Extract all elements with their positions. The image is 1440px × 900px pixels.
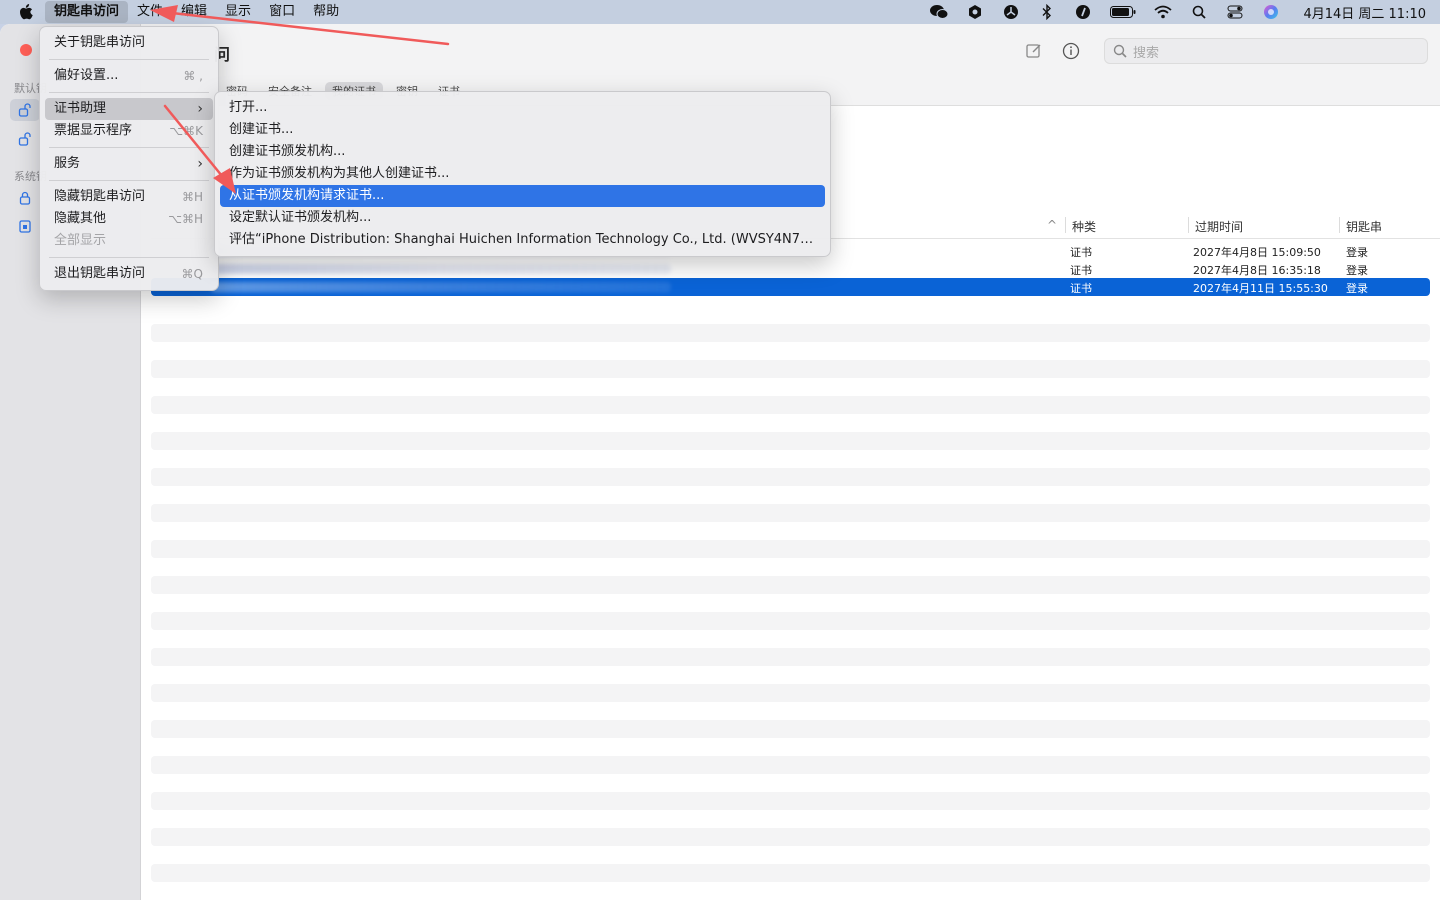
menu-item-show-all: 全部显示 — [45, 230, 213, 252]
wifi-icon[interactable] — [1153, 2, 1173, 22]
menu-view[interactable]: 显示 — [216, 1, 260, 23]
menu-shortcut: ⌘ , — [183, 69, 203, 83]
menu-item-label: 全部显示 — [54, 233, 107, 248]
row-expires: 2027年4月8日 16:35:18 — [1193, 264, 1321, 277]
cabinet-lock-icon — [19, 220, 31, 233]
info-icon[interactable] — [1060, 40, 1082, 62]
menu-divider — [49, 59, 209, 60]
menu-divider — [49, 147, 209, 148]
compose-icon[interactable] — [1023, 40, 1045, 62]
bluetooth-icon[interactable] — [1037, 2, 1057, 22]
search-placeholder: 搜索 — [1133, 45, 1160, 61]
search-icon — [1113, 44, 1127, 58]
sort-ascending-icon[interactable]: ^ — [1047, 218, 1057, 232]
menu-item-services[interactable]: 服务 › — [45, 153, 213, 175]
sidebar-item-login[interactable] — [10, 99, 40, 121]
menu-item-label: 隐藏其他 — [54, 211, 107, 226]
row-keychain: 登录 — [1346, 282, 1368, 295]
redacted-name — [211, 264, 671, 274]
submenu-item-request-from-ca[interactable]: 从证书颁发机构请求证书... — [220, 185, 825, 207]
submenu-item-create-certificate[interactable]: 创建证书... — [220, 119, 825, 141]
redacted-name — [211, 282, 671, 292]
chevron-right-icon: › — [197, 156, 203, 172]
menu-item-label: 关于钥匙串访问 — [54, 35, 146, 50]
menu-item-about[interactable]: 关于钥匙串访问 — [45, 32, 213, 54]
menu-app-name[interactable]: 钥匙串访问 — [45, 1, 129, 23]
menu-bar-clock[interactable]: 4月14日 周二 11:10 — [1303, 3, 1426, 22]
menu-window[interactable]: 窗口 — [260, 1, 304, 23]
submenu-item-evaluate[interactable]: 评估“iPhone Distribution: Shanghai Huichen… — [220, 229, 825, 251]
music-app-icon[interactable] — [1073, 2, 1093, 22]
unlocked-icon — [18, 132, 31, 146]
app-status-icon[interactable] — [965, 2, 985, 22]
menu-item-preferences[interactable]: 偏好设置... ⌘ , — [45, 65, 213, 87]
menu-divider — [49, 180, 209, 181]
status-area: 4月14日 周二 11:10 — [921, 0, 1440, 24]
chevron-right-icon: › — [197, 101, 203, 117]
row-kind: 证书 — [1070, 282, 1092, 295]
submenu-item-create-ca[interactable]: 创建证书颁发机构... — [220, 141, 825, 163]
menu-item-hide-others[interactable]: 隐藏其他 ⌥⌘H — [45, 208, 213, 230]
menu-item-quit[interactable]: 退出钥匙串访问 ⌘Q — [45, 263, 213, 285]
certificate-assistant-submenu: 打开... 创建证书... 创建证书颁发机构... 作为证书颁发机构为其他人创建… — [214, 91, 831, 257]
menu-help[interactable]: 帮助 — [304, 1, 348, 23]
row-keychain: 登录 — [1346, 264, 1368, 277]
menu-bar: 钥匙串访问 文件 编辑 显示 窗口 帮助 4月14日 周二 11:10 — [0, 0, 1440, 24]
menu-file[interactable]: 文件 — [128, 1, 172, 23]
menu-shortcut: ⌥⌘H — [168, 212, 203, 226]
table-row-selected[interactable]: 证书 2027年4月11日 15:55:30 登录 — [151, 278, 1430, 296]
menu-item-label: 票据显示程序 — [54, 123, 133, 138]
sidebar-item-system-roots[interactable] — [10, 215, 40, 237]
unlocked-icon — [18, 103, 31, 117]
menu-item-ticket-viewer[interactable]: 票据显示程序 ⌥⌘K — [45, 120, 213, 142]
menu-item-label: 隐藏钥匙串访问 — [54, 189, 146, 204]
row-kind: 证书 — [1070, 246, 1092, 259]
close-window-button[interactable] — [20, 44, 32, 56]
menu-item-label: 证书助理 — [54, 101, 107, 116]
column-header-kind[interactable]: 种类 — [1072, 218, 1096, 235]
control-center-icon[interactable] — [1225, 2, 1245, 22]
search-input[interactable]: 搜索 — [1104, 38, 1428, 64]
menu-item-hide-app[interactable]: 隐藏钥匙串访问 ⌘H — [45, 186, 213, 208]
app-menu: 关于钥匙串访问 偏好设置... ⌘ , 证书助理 › 票据显示程序 ⌥⌘K 服务 › 隐… — [39, 26, 219, 291]
menu-item-label: 偏好设置... — [54, 68, 119, 83]
sidebar-item-local[interactable] — [10, 128, 40, 150]
row-expires: 2027年4月11日 15:55:30 — [1193, 282, 1328, 295]
spotlight-search-icon[interactable] — [1189, 2, 1209, 22]
empty-rows — [151, 324, 1430, 900]
column-header-keychain[interactable]: 钥匙串 — [1346, 218, 1382, 235]
battery-icon[interactable] — [1109, 2, 1137, 22]
wechat-icon[interactable] — [929, 2, 949, 22]
siri-icon[interactable] — [1261, 2, 1281, 22]
submenu-item-create-for-others[interactable]: 作为证书颁发机构为其他人创建证书... — [220, 163, 825, 185]
apple-icon[interactable] — [17, 3, 35, 21]
sidebar-item-system[interactable] — [10, 187, 40, 209]
menu-divider — [49, 92, 209, 93]
menu-edit[interactable]: 编辑 — [172, 1, 216, 23]
menu-shortcut: ⌘Q — [181, 267, 203, 281]
menu-item-label: 服务 — [54, 156, 81, 171]
menu-item-label: 退出钥匙串访问 — [54, 266, 146, 281]
menu-item-certificate-assistant[interactable]: 证书助理 › — [45, 98, 213, 120]
row-keychain: 登录 — [1346, 246, 1368, 259]
submenu-item-open[interactable]: 打开... — [220, 97, 825, 119]
sync-status-icon[interactable] — [1001, 2, 1021, 22]
table-row[interactable]: 证书 2027年4月8日 16:35:18 登录 — [151, 260, 1430, 278]
row-kind: 证书 — [1070, 264, 1092, 277]
menu-shortcut: ⌥⌘K — [169, 124, 203, 138]
row-expires: 2027年4月8日 15:09:50 — [1193, 246, 1321, 259]
lock-icon — [19, 191, 31, 205]
menu-shortcut: ⌘H — [181, 190, 203, 204]
menu-divider — [49, 257, 209, 258]
submenu-item-set-default-ca[interactable]: 设定默认证书颁发机构... — [220, 207, 825, 229]
column-header-expires[interactable]: 过期时间 — [1195, 218, 1243, 235]
